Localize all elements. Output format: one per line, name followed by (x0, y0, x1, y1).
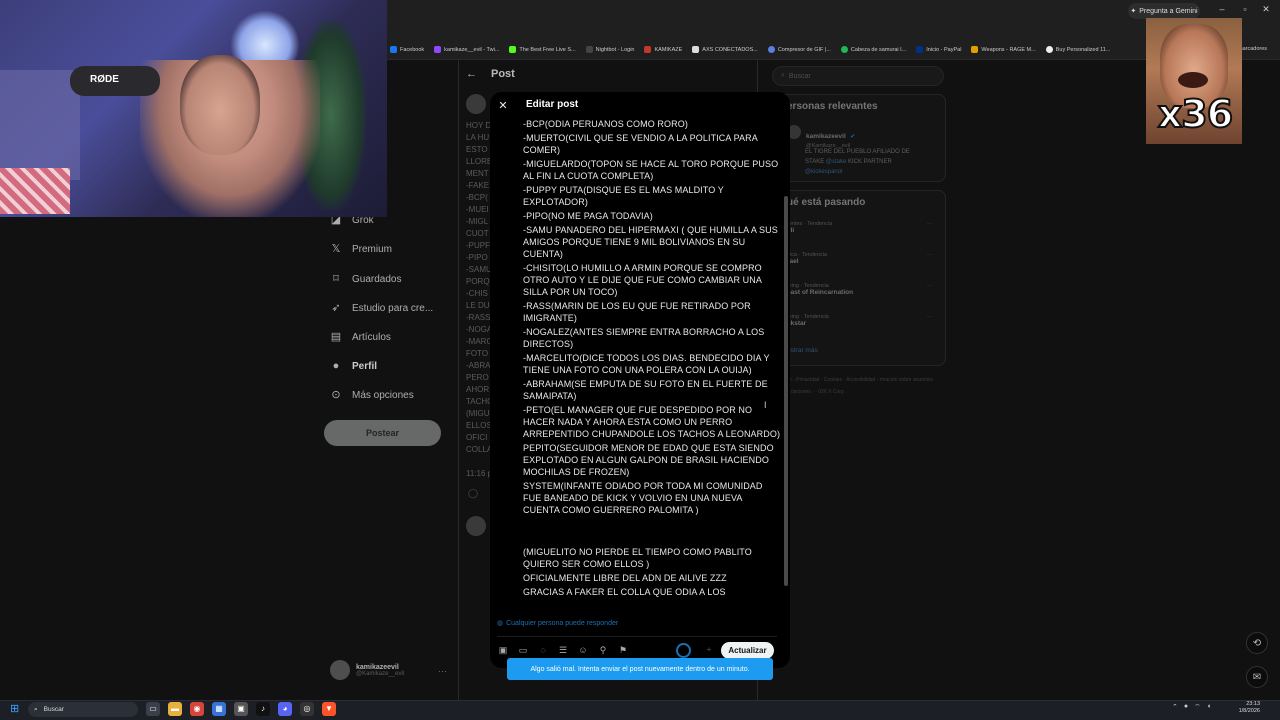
post-line: SYSTEM(INFANTE ODIADO POR TODA MI COMUNI… (523, 481, 763, 515)
grok-icon[interactable]: ◌ (537, 644, 549, 656)
webcam-shelf (0, 70, 80, 180)
meme-mouth (1178, 72, 1208, 88)
all-bookmarks[interactable]: marcadores (1238, 46, 1267, 52)
kick-icon (509, 46, 517, 53)
tiktok-icon[interactable]: ♪ (256, 702, 270, 716)
axs-icon (692, 46, 700, 53)
bookmark-item[interactable]: Facebook (390, 46, 424, 53)
add-post-icon[interactable]: + (704, 645, 714, 655)
bookmark-item[interactable]: Nightbot - Login (585, 46, 634, 53)
poll-icon[interactable]: ☰ (557, 644, 569, 656)
task-view-icon[interactable]: ▭ (146, 702, 160, 716)
chevron-up-icon[interactable]: ⌃ (1172, 703, 1178, 712)
post-line: -PIPO(NO ME PAGA TODAVIA) (523, 211, 653, 221)
close-window-icon[interactable]: ✕ (1258, 4, 1274, 15)
globe-icon: ◍ (497, 620, 504, 627)
bookmark-item[interactable]: AXS CONECTADOS... (692, 46, 758, 53)
bookmark-item[interactable]: kamikaze__evil - Twi... (434, 46, 499, 53)
emoji-icon[interactable]: ☺ (577, 644, 589, 656)
bookmark-item[interactable]: Buy Personalized 11... (1045, 46, 1110, 53)
flag-icon[interactable]: ⚑ (617, 644, 629, 656)
update-button[interactable]: Actualizar (721, 642, 774, 659)
gif-icon[interactable]: ▭ (517, 644, 529, 656)
grok-float-icon[interactable]: ⟲ (1246, 632, 1268, 654)
post-line: OFICIALMENTE LIBRE DEL ADN DE AILIVE ZZZ (523, 573, 727, 583)
bookmark-item[interactable]: KAMIKAZE (644, 46, 682, 53)
post-line: GRACIAS A FAKER EL COLLA QUE ODIA A LOS (523, 587, 726, 597)
webcam-pillow (0, 168, 70, 214)
webcam-head (180, 55, 260, 155)
image-icon[interactable]: ▣ (497, 644, 509, 656)
post-textarea[interactable]: -BCP(ODIA PERUANOS COMO RORO) -MUERTO(CI… (523, 118, 781, 612)
post-line: -ABRAHAM(SE EMPUTA DE SU FOTO EN EL FUER… (523, 379, 768, 401)
rage-icon (971, 46, 979, 53)
scrollbar[interactable] (784, 196, 788, 586)
character-count-ring (676, 643, 691, 658)
post-line: -CHISITO(LO HUMILLO A ARMIN PORQUE SE CO… (523, 263, 762, 297)
search-icon: ⌕ (34, 705, 38, 713)
bookmark-item[interactable]: The Best Free Live S... (509, 46, 576, 53)
text-cursor-icon: I (764, 400, 767, 410)
discord-icon[interactable]: ◕ (278, 702, 292, 716)
post-line: -SAMU PANADERO DEL HIPERMAXI ( QUE HUMIL… (523, 225, 778, 259)
post-line: PEPITO(SEGUIDOR MENOR DE EDAD QUE ESTA S… (523, 443, 774, 477)
post-line: -MARCELITO(DICE TODOS LOS DIAS. BENDECID… (523, 353, 770, 375)
taskbar-apps: ▭ ▬ ◉ ▦ ▣ ♪ ◕ ◎ ▼ (146, 702, 336, 716)
nightbot-icon (585, 46, 593, 53)
bookmark-item[interactable]: Weapons - RAGE M... (971, 46, 1036, 53)
reply-setting[interactable]: ◍ Cualquier persona puede responder (497, 619, 618, 628)
sparkle-icon: ✦ (1130, 8, 1137, 15)
kamikaze-icon (644, 46, 652, 53)
store-icon[interactable]: ▦ (212, 702, 226, 716)
mic-icon[interactable]: ● (1184, 703, 1188, 712)
file-explorer-icon[interactable]: ▬ (168, 702, 182, 716)
app-icon[interactable]: ▣ (234, 702, 248, 716)
post-line: -NOGALEZ(ANTES SIEMPRE ENTRA BORRACHO A … (523, 327, 765, 349)
composer-toolbar: ▣ ▭ ◌ ☰ ☺ ⚲ ⚑ (497, 644, 629, 656)
post-line: -PUPPY PUTA(DISQUE ES EL MAS MALDITO Y E… (523, 185, 724, 207)
gif-icon (767, 46, 775, 53)
messages-icon[interactable]: ✉ (1246, 666, 1268, 688)
bookmark-item[interactable]: Inicio - PayPal (916, 46, 961, 53)
facebook-icon (390, 46, 397, 53)
samurai-icon (840, 46, 848, 53)
paypal-icon (916, 46, 924, 53)
mic-brand: RØDE (90, 74, 119, 85)
gemini-button[interactable]: ✦ Pregunta a Gemini (1128, 3, 1200, 19)
bookmark-item[interactable]: Compresor de GIF |... (767, 46, 831, 53)
location-icon[interactable]: ⚲ (597, 644, 609, 656)
dialog-title: Editar post (526, 99, 579, 110)
post-line: -RASS(MARIN DE LOS EU QUE FUE RETIRADO P… (523, 301, 751, 323)
wifi-icon[interactable]: ⌔ (1194, 703, 1201, 712)
maximize-icon[interactable]: ▫ (1237, 4, 1253, 14)
error-toast: Algo salió mal. Intenta enviar el post n… (507, 658, 773, 680)
brave-icon[interactable]: ▼ (322, 702, 336, 716)
gemini-label: Pregunta a Gemini (1139, 7, 1198, 15)
post-line: -PETO(EL MANAGER QUE FUE DESPEDIDO POR N… (523, 405, 781, 439)
post-line: (MIGUELITO NO PIERDE EL TIEMPO COMO PABL… (523, 547, 752, 569)
volume-icon[interactable]: ◖ (1207, 703, 1211, 712)
webcam-overlay: RØDE (0, 0, 387, 217)
divider (497, 636, 777, 637)
shop-icon (1045, 46, 1053, 53)
bookmark-item[interactable]: Cabeza de samurai I... (840, 46, 906, 53)
twitch-icon (434, 46, 442, 53)
obs-icon[interactable]: ◎ (300, 702, 314, 716)
meme-multiplier: x36 (1157, 91, 1234, 137)
taskbar-search[interactable]: ⌕ Buscar (28, 702, 138, 717)
minimize-icon[interactable]: – (1214, 4, 1230, 14)
post-line: -MIGUELARDO(TOPON SE HACE AL TORO PORQUE… (523, 159, 779, 181)
windows-start-icon[interactable]: ⊞ (10, 703, 22, 715)
post-line: -BCP(ODIA PERUANOS COMO RORO) (523, 119, 688, 129)
chrome-icon[interactable]: ◉ (190, 702, 204, 716)
taskbar-clock[interactable]: 23:13 1/8/2026 (1232, 701, 1260, 715)
post-line: -MUERTO(CIVIL QUE SE VENDIO A LA POLITIC… (523, 133, 758, 155)
close-icon[interactable]: ✕ (497, 99, 509, 112)
system-tray: ⌃ ● ⌔ ◖ (1172, 703, 1211, 712)
